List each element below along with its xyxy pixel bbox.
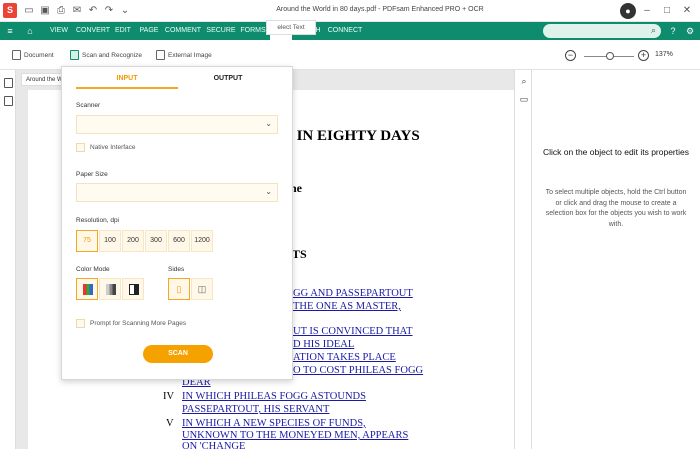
paper-size-label: Paper Size (76, 171, 108, 178)
properties-title: Click on the object to edit its properti… (543, 147, 689, 157)
menu-comment[interactable]: COMMENT (162, 22, 204, 40)
resolution-option[interactable]: 75 (76, 230, 98, 252)
native-interface-checkbox[interactable] (76, 143, 85, 152)
help-icon[interactable]: ? (667, 25, 679, 37)
document-icon (12, 50, 21, 61)
user-account-icon[interactable]: ● (620, 3, 636, 19)
doc-line[interactable]: ATION TAKES PLACE (293, 352, 396, 363)
search-icon[interactable]: ⌕ (519, 76, 529, 86)
menu-forms[interactable]: FORMS (238, 22, 268, 40)
left-toolbar (0, 70, 16, 449)
email-icon[interactable]: ✉ (70, 4, 84, 18)
scan-settings-popup: INPUT OUTPUT Scanner ⌄ Native Interface … (61, 66, 293, 380)
prompt-more-pages-label: Prompt for Scanning More Pages (90, 320, 187, 327)
properties-panel (532, 70, 700, 449)
maximize-icon[interactable]: □ (660, 4, 674, 18)
menu-connect[interactable]: CONNECT (326, 22, 364, 40)
doc-line[interactable]: ON 'CHANGE (182, 441, 245, 449)
doc-line[interactable]: D HIS IDEAL (293, 339, 354, 350)
doc-line[interactable]: O TO COST PHILEAS FOGG (293, 365, 423, 376)
gear-icon[interactable]: ⚙ (684, 25, 696, 37)
color-mode-label: Color Mode (76, 266, 110, 273)
properties-panel-icon[interactable]: ▭ (519, 94, 529, 104)
duplex-icon: ◫ (197, 284, 207, 294)
doc-line[interactable]: PASSEPARTOUT, HIS SERVANT (182, 404, 329, 415)
menu-bar: ≡ ⌂ VIEW CONVERT EDIT PAGE COMMENT SECUR… (0, 22, 700, 40)
menu-edit[interactable]: EDIT (112, 22, 134, 40)
home-icon[interactable]: ⌂ (24, 25, 36, 37)
scan-button[interactable]: SCAN (143, 345, 213, 363)
resolution-option[interactable]: 300 (145, 230, 167, 252)
doc-contents-heading: TS (292, 247, 307, 261)
right-toolbar: ⌕ ▭ (514, 70, 532, 449)
thumbnails-icon[interactable] (4, 78, 13, 88)
doc-line[interactable]: GG AND PASSEPARTOUT (293, 288, 413, 299)
properties-help-text: To select multiple objects, hold the Ctr… (545, 189, 687, 228)
chevron-down-icon[interactable]: ⌄ (118, 4, 132, 18)
hamburger-menu-icon[interactable]: ≡ (4, 25, 16, 37)
scan-and-recognize-button[interactable]: Scan and Recognize (70, 50, 142, 62)
doc-line[interactable]: UT IS CONVINCED THAT (293, 326, 413, 337)
doc-line[interactable]: UNKNOWN TO THE MONEYED MEN, APPEARS (182, 430, 408, 441)
resolution-option[interactable]: 200 (122, 230, 144, 252)
window-title: Around the World in 80 days.pdf - PDFsam… (276, 6, 484, 13)
tab-output[interactable]: OUTPUT (180, 73, 276, 89)
doc-title: D IN EIGHTY DAYS (282, 128, 420, 144)
prompt-more-pages-checkbox[interactable] (76, 319, 85, 328)
select-text-button[interactable]: elect Text (266, 20, 316, 35)
app-logo-icon: S (3, 3, 17, 18)
title-bar: S ▭ ▣ ⎙ ✉ ↶ ↷ ⌄ Around the World in 80 d… (0, 0, 700, 22)
chevron-down-icon: ⌄ (265, 187, 272, 196)
close-icon[interactable]: ✕ (680, 4, 694, 18)
undo-icon[interactable]: ↶ (86, 4, 100, 18)
minimize-icon[interactable]: – (640, 4, 654, 18)
zoom-out-button[interactable]: − (565, 50, 576, 61)
duplex-button[interactable]: ◫ (191, 278, 213, 300)
sides-label: Sides (168, 266, 185, 273)
doc-line[interactable]: IN WHICH A NEW SPECIES OF FUNDS, (182, 418, 366, 429)
bookmarks-icon[interactable] (4, 96, 13, 106)
scanner-label: Scanner (76, 102, 101, 109)
menu-convert[interactable]: CONVERT (74, 22, 112, 40)
single-page-icon: ▯ (176, 284, 182, 294)
doc-line[interactable]: IN WHICH PHILEAS FOGG ASTOUNDS (182, 391, 366, 402)
chevron-down-icon: ⌄ (265, 119, 272, 128)
color-mode-grayscale-button[interactable] (99, 278, 121, 300)
color-mode-bw-button[interactable] (122, 278, 144, 300)
color-palette-icon (83, 284, 93, 295)
search-icon: ⌕ (650, 25, 656, 35)
print-icon[interactable]: ⎙ (54, 4, 68, 18)
scanner-select[interactable]: ⌄ (76, 115, 278, 134)
menu-view[interactable]: VIEW (44, 22, 74, 40)
resolution-label: Resolution, dpi (76, 217, 119, 224)
resolution-option[interactable]: 600 (168, 230, 190, 252)
black-white-icon (129, 284, 139, 295)
scanner-icon (70, 50, 79, 61)
paper-size-select[interactable]: ⌄ (76, 183, 278, 202)
doc-line[interactable]: THE ONE AS MASTER, (293, 301, 401, 312)
menu-page[interactable]: PAGE (136, 22, 162, 40)
tab-input[interactable]: INPUT (76, 73, 178, 89)
zoom-slider-handle[interactable] (606, 52, 614, 60)
single-side-button[interactable]: ▯ (168, 278, 190, 300)
grayscale-icon (106, 284, 116, 295)
search-input[interactable]: ⌕ (543, 24, 661, 38)
external-image-button[interactable]: External Image (156, 50, 212, 62)
chapter-number: V (166, 418, 174, 429)
image-icon (156, 50, 165, 61)
resolution-option[interactable]: 100 (99, 230, 121, 252)
chapter-number: IV (163, 391, 175, 402)
zoom-in-button[interactable]: + (638, 50, 649, 61)
save-icon[interactable]: ▣ (38, 4, 52, 18)
document-button[interactable]: Document (12, 50, 54, 62)
color-mode-color-button[interactable] (76, 278, 98, 300)
menu-secure[interactable]: SECURE (204, 22, 238, 40)
native-interface-label: Native Interface (90, 144, 136, 151)
resolution-option[interactable]: 1200 (191, 230, 213, 252)
redo-icon[interactable]: ↷ (102, 4, 116, 18)
zoom-level[interactable]: 137% (655, 51, 673, 58)
open-folder-icon[interactable]: ▭ (22, 4, 36, 18)
